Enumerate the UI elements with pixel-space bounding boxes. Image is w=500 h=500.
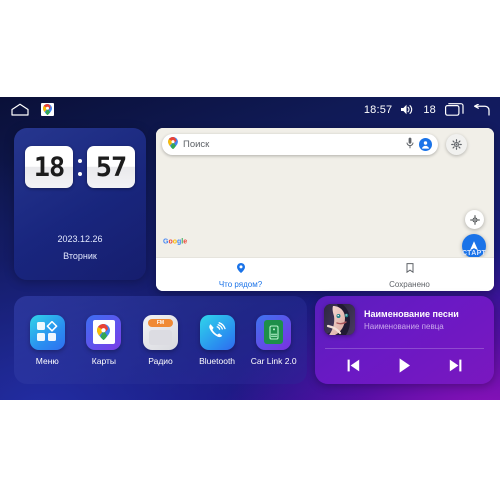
status-bar: 18:57 18	[0, 97, 500, 122]
svg-text:Google: Google	[163, 238, 187, 245]
previous-track-icon[interactable]	[346, 358, 361, 378]
status-bar-left	[11, 97, 54, 122]
music-player-widget[interactable]: Наименование песни Наименование певца	[315, 296, 494, 384]
back-arrow-icon[interactable]	[473, 103, 490, 116]
bluetooth-phone-icon	[199, 314, 235, 350]
google-logo: Google	[163, 233, 191, 251]
app-shortcut-maps[interactable]: Карты	[78, 314, 130, 366]
clock-weekday: Вторник	[63, 251, 97, 261]
flip-clock: 18 57	[14, 146, 146, 188]
car-link-icon	[256, 314, 292, 350]
status-bar-right: 18:57 18	[364, 97, 490, 122]
map-widget[interactable]: Поиск Google СТАРТ Что рядом? Сохранено	[156, 128, 494, 291]
clock-colon	[76, 158, 84, 176]
track-title: Наименование песни	[364, 308, 459, 319]
account-avatar-icon[interactable]	[419, 138, 432, 151]
start-navigation-label: СТАРТ	[461, 250, 487, 257]
app-dock: Меню Карты FM Радио Bluetooth Car Link 2…	[14, 296, 307, 384]
map-nav-nearby[interactable]: Что рядом?	[156, 258, 325, 291]
map-search-bar[interactable]: Поиск	[162, 134, 438, 155]
recent-apps-icon[interactable]	[445, 103, 464, 116]
next-track-icon[interactable]	[448, 358, 463, 378]
fm-radio-icon: FM	[142, 314, 178, 350]
album-art	[324, 304, 355, 335]
clock-widget[interactable]: 18 57 2023.12.26 Вторник	[14, 128, 146, 280]
microphone-icon[interactable]	[406, 136, 414, 154]
bookmark-icon	[406, 260, 414, 278]
map-search-input[interactable]: Поиск	[183, 139, 401, 150]
map-nav-nearby-label: Что рядом?	[218, 280, 263, 289]
map-layers-button[interactable]	[446, 134, 467, 155]
map-pin-icon	[168, 136, 178, 154]
play-icon[interactable]	[396, 357, 413, 379]
google-maps-icon	[86, 314, 122, 350]
app-label-carlink: Car Link 2.0	[250, 355, 297, 366]
clock-minutes: 57	[87, 146, 135, 188]
divider	[325, 348, 484, 349]
car-head-unit-home-screen: 18:57 18 18 57 2023.12.26 Вторник Поиск …	[0, 97, 500, 400]
map-bottom-nav: Что рядом? Сохранено	[156, 257, 494, 291]
volume-icon[interactable]	[401, 104, 414, 115]
app-shortcut-carlink[interactable]: Car Link 2.0	[248, 314, 300, 366]
clock-date: 2023.12.26	[57, 234, 103, 244]
google-maps-icon[interactable]	[41, 103, 54, 116]
clock-hours: 18	[25, 146, 73, 188]
app-shortcut-menu[interactable]: Меню	[21, 314, 73, 366]
map-nav-saved[interactable]: Сохранено	[325, 258, 494, 291]
map-nav-saved-label: Сохранено	[389, 280, 430, 289]
app-shortcut-radio[interactable]: FM Радио	[134, 314, 186, 366]
app-shortcut-bluetooth[interactable]: Bluetooth	[191, 314, 243, 366]
app-label-bluetooth: Bluetooth	[199, 355, 236, 366]
app-label-maps: Карты	[91, 355, 116, 366]
music-controls	[315, 354, 494, 382]
app-label-radio: Радио	[148, 355, 173, 366]
track-artist: Наименование певца	[364, 321, 444, 331]
apps-grid-icon	[29, 314, 65, 350]
app-label-menu: Меню	[35, 355, 59, 366]
my-location-button[interactable]	[465, 210, 484, 229]
status-time: 18:57	[363, 103, 393, 116]
volume-level: 18	[423, 103, 436, 116]
radio-band-label: FM	[156, 319, 165, 326]
place-pin-icon	[236, 260, 245, 278]
home-icon[interactable]	[11, 103, 29, 116]
